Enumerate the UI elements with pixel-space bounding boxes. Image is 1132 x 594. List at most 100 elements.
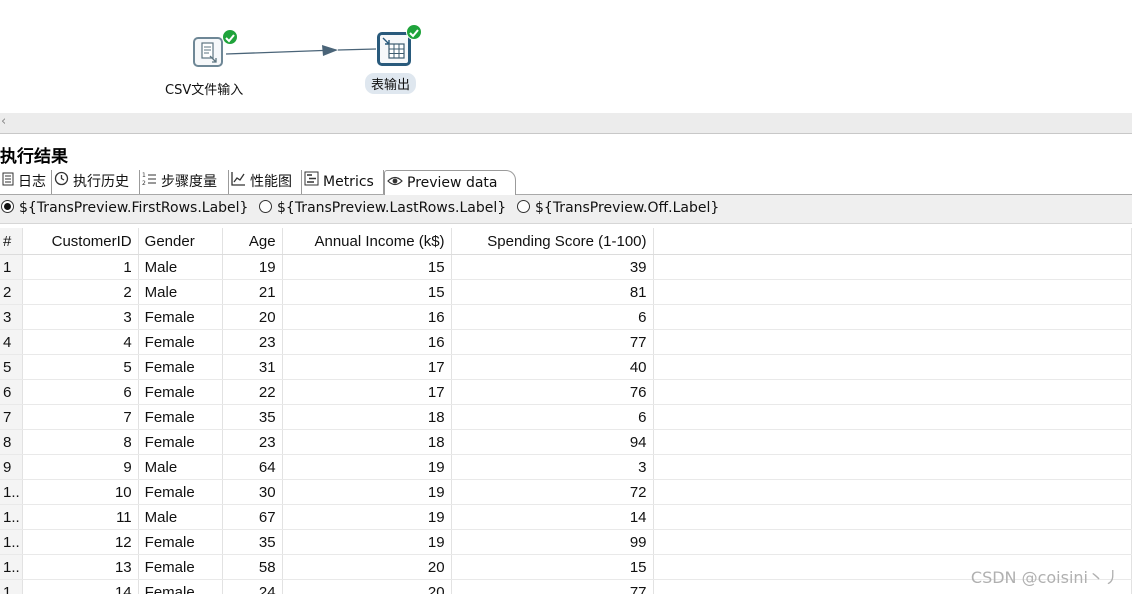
table-cell[interactable]: 99 [451, 529, 654, 555]
radio-first-rows[interactable]: ${TransPreview.FirstRows.Label} [1, 200, 248, 216]
table-cell[interactable]: 16 [282, 304, 452, 330]
table-cell[interactable]: 10 [22, 479, 139, 505]
radio-last-rows[interactable]: ${TransPreview.LastRows.Label} [259, 200, 506, 216]
tab-log[interactable]: 日志 [0, 170, 52, 194]
table-cell[interactable]: 6 [451, 304, 654, 330]
table-cell[interactable]: 64 [222, 454, 283, 480]
table-cell[interactable]: Male [138, 279, 223, 305]
table-cell[interactable]: 40 [451, 354, 654, 380]
table-cell[interactable]: 94 [451, 429, 654, 455]
column-header-gender[interactable]: Gender [138, 228, 223, 255]
step-label-table-output[interactable]: 表输出 [365, 73, 417, 94]
table-cell[interactable]: 6 [22, 379, 139, 405]
table-cell[interactable]: 23 [222, 429, 283, 455]
table-cell[interactable]: 14 [451, 504, 654, 530]
table-cell[interactable]: 39 [451, 254, 654, 280]
row-index-cell[interactable]: 1.. [0, 579, 23, 594]
table-row[interactable]: 1 1 Male 19 15 39 [0, 254, 1132, 280]
table-cell[interactable]: Female [138, 379, 223, 405]
table-cell[interactable]: 3 [22, 304, 139, 330]
tab-history[interactable]: 执行历史 [52, 170, 140, 194]
table-cell[interactable]: 11 [22, 504, 139, 530]
table-cell[interactable]: 1 [22, 254, 139, 280]
table-cell[interactable]: 6 [451, 404, 654, 430]
panel-splitter[interactable]: ‹ [0, 113, 1132, 134]
table-row[interactable]: 1.. 12 Female 35 19 99 [0, 529, 1132, 555]
table-cell[interactable]: 19 [282, 454, 452, 480]
table-cell[interactable]: 5 [22, 354, 139, 380]
table-cell[interactable]: Female [138, 304, 223, 330]
table-cell[interactable]: Male [138, 504, 223, 530]
table-cell[interactable]: 17 [282, 354, 452, 380]
table-row[interactable]: 7 7 Female 35 18 6 [0, 404, 1132, 430]
column-header-customerid[interactable]: CustomerID [22, 228, 139, 255]
row-index-cell[interactable]: 7 [0, 404, 23, 430]
table-cell[interactable]: 3 [451, 454, 654, 480]
table-row[interactable]: 2 2 Male 21 15 81 [0, 279, 1132, 305]
table-cell[interactable]: 76 [451, 379, 654, 405]
table-cell[interactable]: 81 [451, 279, 654, 305]
table-row[interactable]: 6 6 Female 22 17 76 [0, 379, 1132, 405]
column-header-index[interactable]: # [0, 228, 23, 255]
table-cell[interactable]: 35 [222, 404, 283, 430]
table-cell[interactable]: Female [138, 404, 223, 430]
tab-step-metrics[interactable]: 12 步骤度量 [140, 170, 229, 194]
radio-button-icon[interactable] [517, 200, 530, 213]
table-cell[interactable]: 77 [451, 579, 654, 594]
table-cell[interactable]: Female [138, 529, 223, 555]
table-cell[interactable]: Female [138, 354, 223, 380]
row-index-cell[interactable]: 2 [0, 279, 23, 305]
preview-data-table[interactable]: # CustomerID Gender Age Annual Income (k… [0, 228, 1132, 594]
table-row[interactable]: 1.. 10 Female 30 19 72 [0, 479, 1132, 505]
step-label-csv-input[interactable]: CSV文件输入 [165, 79, 243, 98]
table-cell[interactable]: 15 [282, 279, 452, 305]
table-cell[interactable]: Male [138, 454, 223, 480]
tab-metrics[interactable]: Metrics [302, 170, 384, 194]
row-index-cell[interactable]: 5 [0, 354, 23, 380]
table-cell[interactable]: 58 [222, 554, 283, 580]
row-index-cell[interactable]: 6 [0, 379, 23, 405]
table-row[interactable]: 1.. 13 Female 58 20 15 [0, 554, 1132, 580]
table-cell[interactable]: 19 [282, 529, 452, 555]
table-cell[interactable]: 18 [282, 404, 452, 430]
table-row[interactable]: 1.. 11 Male 67 19 14 [0, 504, 1132, 530]
table-output-icon[interactable] [377, 32, 411, 66]
table-cell[interactable]: Male [138, 254, 223, 280]
table-cell[interactable]: 21 [222, 279, 283, 305]
row-index-cell[interactable]: 1 [0, 254, 23, 280]
table-cell[interactable]: 4 [22, 329, 139, 355]
table-cell[interactable]: 8 [22, 429, 139, 455]
row-index-cell[interactable]: 8 [0, 429, 23, 455]
table-cell[interactable]: 20 [282, 554, 452, 580]
table-cell[interactable]: 7 [22, 404, 139, 430]
radio-button-icon[interactable] [1, 200, 14, 213]
table-row[interactable]: 4 4 Female 23 16 77 [0, 329, 1132, 355]
table-row[interactable]: 5 5 Female 31 17 40 [0, 354, 1132, 380]
row-index-cell[interactable]: 1.. [0, 504, 23, 530]
table-cell[interactable]: 30 [222, 479, 283, 505]
table-cell[interactable]: Female [138, 579, 223, 594]
table-cell[interactable]: Female [138, 329, 223, 355]
row-index-cell[interactable]: 1.. [0, 529, 23, 555]
table-cell[interactable]: 77 [451, 329, 654, 355]
row-index-cell[interactable]: 1.. [0, 554, 23, 580]
table-row[interactable]: 3 3 Female 20 16 6 [0, 304, 1132, 330]
table-cell[interactable]: 23 [222, 329, 283, 355]
table-cell[interactable]: 17 [282, 379, 452, 405]
table-cell[interactable]: 31 [222, 354, 283, 380]
table-cell[interactable]: 20 [222, 304, 283, 330]
table-cell[interactable]: 14 [22, 579, 139, 594]
table-cell[interactable]: 16 [282, 329, 452, 355]
table-cell[interactable]: 12 [22, 529, 139, 555]
table-cell[interactable]: Female [138, 429, 223, 455]
table-cell[interactable]: 72 [451, 479, 654, 505]
column-header-spending-score[interactable]: Spending Score (1-100) [451, 228, 654, 255]
row-index-cell[interactable]: 3 [0, 304, 23, 330]
table-cell[interactable]: 18 [282, 429, 452, 455]
column-header-age[interactable]: Age [222, 228, 283, 255]
hop-arrow[interactable] [226, 42, 378, 60]
table-cell[interactable]: 2 [22, 279, 139, 305]
table-cell[interactable]: Female [138, 554, 223, 580]
tab-performance-chart[interactable]: 性能图 [229, 170, 302, 194]
table-cell[interactable]: Female [138, 479, 223, 505]
